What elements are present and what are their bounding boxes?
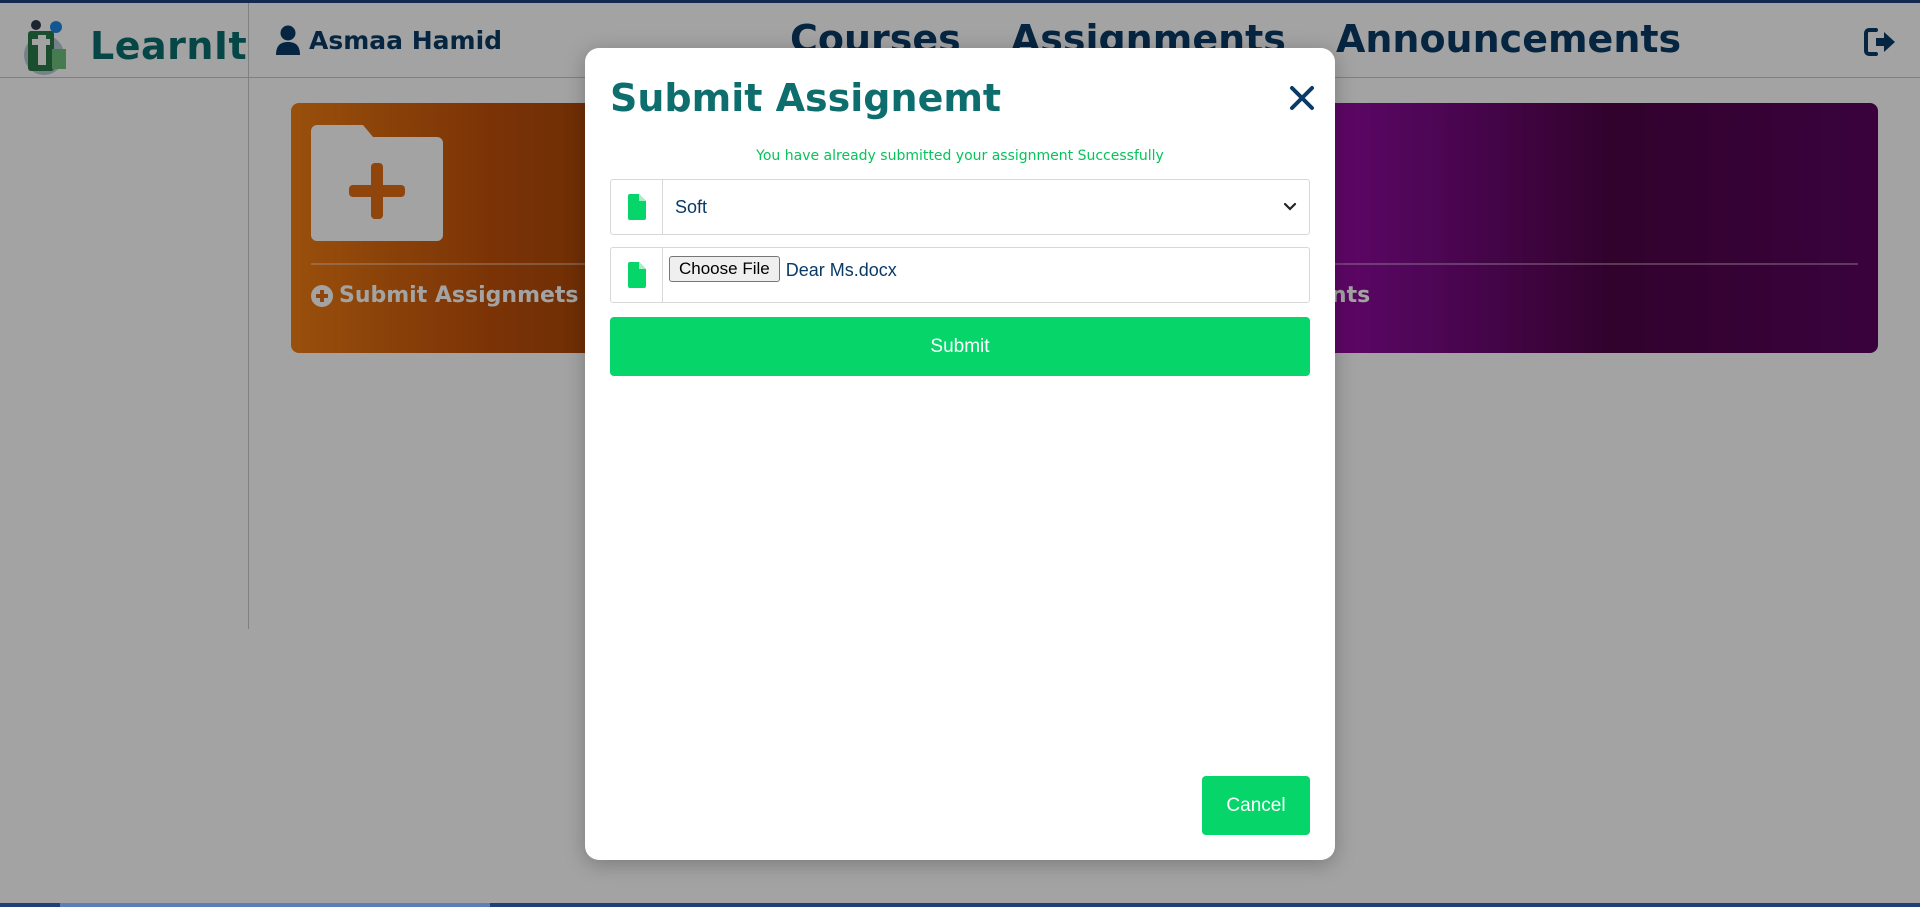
- file-icon: [627, 194, 646, 220]
- modal-title: Submit Assignemt: [610, 76, 1002, 120]
- file-icon: [627, 262, 646, 288]
- choose-file-button[interactable]: Choose File: [669, 256, 780, 282]
- assignment-select-value: Soft: [675, 196, 708, 217]
- file-icon-box: [611, 248, 663, 302]
- selected-file-name: Dear Ms.docx: [785, 260, 897, 280]
- cancel-button[interactable]: Cancel: [1202, 776, 1310, 835]
- file-input: Choose File Dear Ms.docx: [663, 248, 1309, 302]
- success-message: You have already submitted your assignme…: [756, 148, 1164, 164]
- submit-button[interactable]: Submit: [610, 317, 1310, 376]
- assignment-select-field: Soft: [610, 179, 1310, 235]
- submit-assignment-modal: Submit Assignemt You have already submit…: [585, 48, 1335, 860]
- file-icon-box: [611, 180, 663, 234]
- assignment-select[interactable]: Soft: [663, 180, 1309, 234]
- chevron-down-icon: [1283, 202, 1297, 211]
- file-upload-field: Choose File Dear Ms.docx: [610, 247, 1310, 303]
- bottom-bar-highlight: [60, 903, 490, 907]
- close-icon[interactable]: [1288, 84, 1316, 112]
